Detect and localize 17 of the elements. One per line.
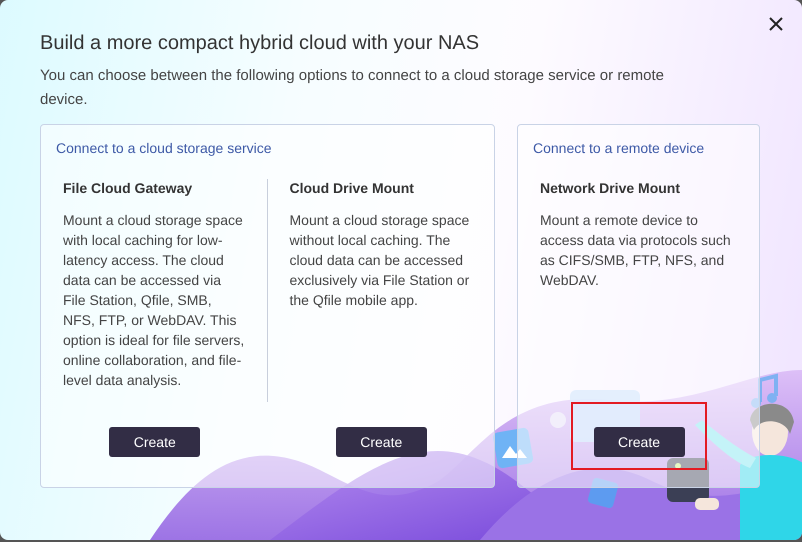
option-title: Cloud Drive Mount [290,179,415,197]
panel-heading: Connect to a cloud storage service [56,139,273,157]
option-title: File Cloud Gateway [63,179,194,197]
create-button[interactable]: Create [109,427,200,457]
create-button[interactable]: Create [594,427,684,457]
option-description: Mount a cloud storage space with local caching for low-latency access. The cloud data can be accessed via File Station, Qfile, SMB, NFS, FTP, or WebDAV. This option is ideal for file servers, online collaboration, and file-level data analysis. [63,211,244,390]
panel-heading: Connect to a remote device [533,139,706,157]
option-description: Mount a remote device to access data via protocols such as CIFS/SMB, FTP, NFS, and WebDAV. [540,211,732,290]
dialog-title: Build a more compact hybrid cloud with your NAS [40,31,480,56]
close-icon[interactable] [769,17,783,31]
option-title: Network Drive Mount [540,179,682,197]
nas-device-icon [667,458,709,502]
picture-icon [492,427,534,469]
dialog-description: You can choose between the following options to connect to a cloud storage service or remote device. [40,66,666,110]
option-description: Mount a cloud storage space without local caching. The cloud data can be accessed exclusively via File Station or the Qfile mobile app. [290,211,470,310]
create-button[interactable]: Create [336,427,427,457]
music-note-icon [751,373,778,408]
